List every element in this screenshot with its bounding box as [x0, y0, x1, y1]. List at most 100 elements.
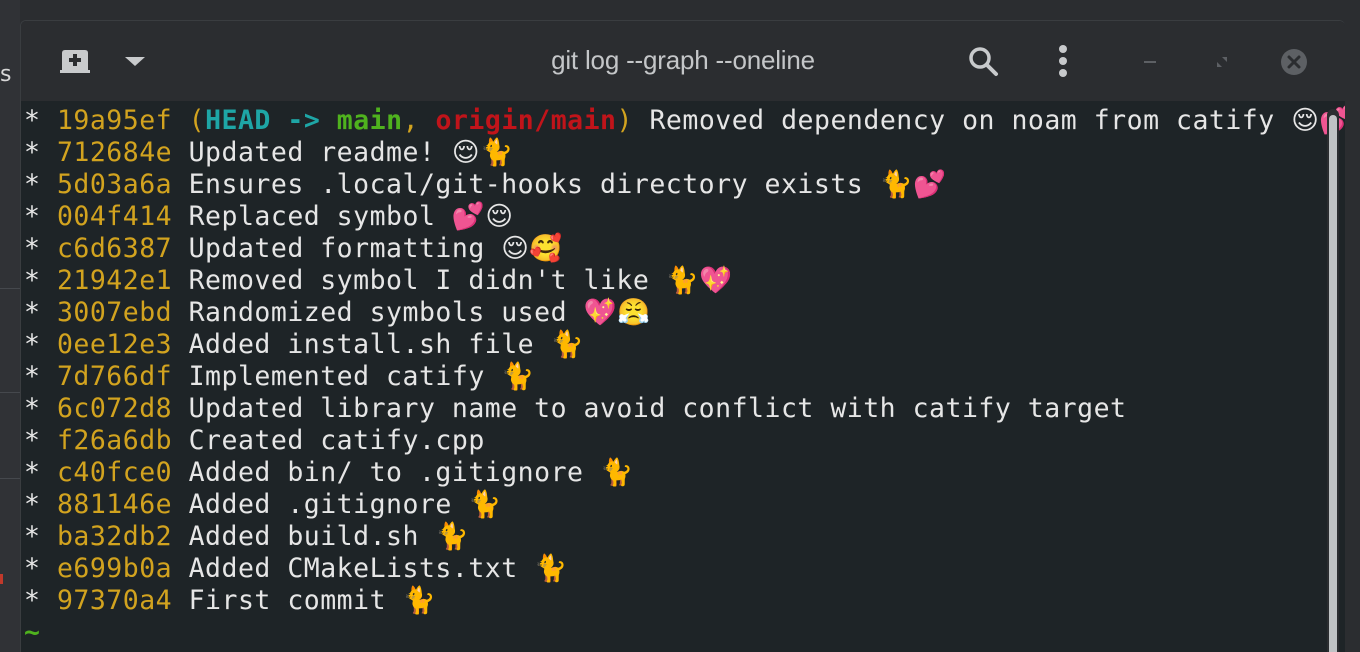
graph-marker: * [24, 585, 41, 616]
commit-message: Updated formatting [188, 233, 485, 264]
close-icon [1281, 49, 1307, 75]
background-app-sliver: s [0, 0, 20, 652]
commit-emoji: 🐈 [501, 361, 535, 392]
search-icon [969, 47, 998, 76]
maximize-button[interactable] [1207, 47, 1237, 77]
graph-marker: * [24, 553, 41, 584]
commit-line: * 712684e Updated readme! 😌🐈 [24, 137, 1327, 169]
commit-message: Added .gitignore [188, 489, 452, 520]
commit-message: Removed symbol I didn't like [188, 265, 650, 296]
scrollbar-thumb[interactable] [1329, 115, 1337, 652]
decoration-open: ( [188, 105, 206, 136]
commit-line: * 004f414 Replaced symbol 💕😌 [24, 201, 1327, 233]
head-arrow: -> [287, 105, 321, 136]
commit-hash: 881146e [56, 489, 173, 520]
pager-end-line: ~ [24, 617, 1327, 649]
commit-message: Updated library name to avoid conflict w… [188, 393, 1127, 424]
graph-marker: * [24, 105, 41, 136]
commit-hash: 712684e [56, 137, 173, 168]
graph-marker: * [24, 201, 41, 232]
commit-message: Added install.sh file [188, 329, 535, 360]
commit-hash: c40fce0 [56, 457, 173, 488]
graph-marker: * [24, 489, 41, 520]
background-divider [0, 478, 20, 479]
graph-marker: * [24, 521, 41, 552]
graph-marker: * [24, 329, 41, 360]
commit-message: Added bin/ to .gitignore [188, 457, 584, 488]
commit-hash: e699b0a [56, 553, 173, 584]
branch-ref: main [336, 105, 403, 136]
commit-emoji: 🐈 [468, 489, 502, 520]
terminal-window: git log --graph --oneline * 19a95ef (HEA… [20, 20, 1345, 652]
head-ref: HEAD [205, 105, 271, 136]
graph-marker: * [24, 169, 41, 200]
commit-line: * 6c072d8 Updated library name to avoid … [24, 393, 1327, 425]
minimize-button[interactable] [1135, 47, 1165, 77]
commit-message: Removed dependency on noam from catify [649, 105, 1275, 136]
graph-marker: * [24, 233, 41, 264]
commit-message: Replaced symbol [188, 201, 436, 232]
commit-hash: c6d6387 [56, 233, 173, 264]
commit-line: * 97370a4 First commit 🐈 [24, 585, 1327, 617]
commit-hash: 97370a4 [56, 585, 173, 616]
commit-message: Updated readme! [188, 137, 436, 168]
commit-message: Randomized symbols used [188, 297, 568, 328]
commit-message: Created catify.cpp [188, 425, 485, 456]
graph-marker: * [24, 297, 41, 328]
decoration-comma: , [402, 105, 420, 136]
terminal-output[interactable]: * 19a95ef (HEAD -> main, origin/main) Re… [21, 101, 1345, 652]
commit-emoji: 😌🐈 [451, 137, 514, 168]
remote-ref: origin/main [435, 105, 617, 136]
commit-emoji: 🐈 [599, 457, 634, 488]
commit-line: * 19a95ef (HEAD -> main, origin/main) Re… [24, 105, 1345, 137]
commit-message: First commit [188, 585, 387, 616]
commit-hash: 19a95ef [56, 105, 173, 136]
commit-message: Added CMakeLists.txt [188, 553, 518, 584]
commit-line: * e699b0a Added CMakeLists.txt 🐈 [24, 553, 1327, 585]
graph-marker: * [24, 457, 41, 488]
title-bar: git log --graph --oneline [21, 21, 1345, 101]
commit-hash: 004f414 [56, 201, 173, 232]
commit-emoji: 🐈 [550, 329, 585, 360]
commit-line: * 881146e Added .gitignore 🐈 [24, 489, 1327, 521]
commit-hash: 6c072d8 [56, 393, 173, 424]
menu-button[interactable] [1049, 41, 1077, 81]
background-divider [0, 288, 20, 289]
minimize-icon [1144, 61, 1156, 63]
commit-emoji: 🐈💕 [879, 169, 947, 200]
background-app-text: s [0, 62, 12, 87]
commit-emoji: 🐈 [435, 521, 469, 552]
commit-line: * 0ee12e3 Added install.sh file 🐈 [24, 329, 1327, 361]
commit-emoji: 💕😌 [451, 201, 514, 232]
commit-line: * ba32db2 Added build.sh 🐈 [24, 521, 1327, 553]
background-marker [0, 574, 3, 584]
commit-hash: f26a6db [56, 425, 173, 456]
graph-marker: * [24, 425, 41, 456]
commit-emoji: 💖😤 [583, 297, 651, 328]
commit-line: * c6d6387 Updated formatting 😌🥰 [24, 233, 1327, 265]
graph-marker: * [24, 361, 41, 392]
commit-line: * c40fce0 Added bin/ to .gitignore 🐈 [24, 457, 1327, 489]
commit-hash: 21942e1 [56, 265, 173, 296]
commit-emoji: 🐈 [534, 553, 568, 584]
commit-line: * f26a6db Created catify.cpp [24, 425, 1327, 457]
commit-line: * 21942e1 Removed symbol I didn't like 🐈… [24, 265, 1327, 297]
commit-hash: 7d766df [56, 361, 173, 392]
search-button[interactable] [965, 43, 1001, 79]
graph-marker: * [24, 265, 41, 296]
commit-hash: 5d03a6a [56, 169, 173, 200]
commit-emoji: 🐈 [402, 585, 437, 616]
pager-tilde: ~ [24, 617, 41, 648]
decoration-close: ) [616, 105, 633, 136]
background-divider [0, 392, 20, 393]
graph-marker: * [24, 137, 41, 168]
scrollbar[interactable] [1327, 109, 1339, 652]
commit-message: Ensures .local/git-hooks directory exist… [188, 169, 864, 200]
maximize-icon [1217, 57, 1227, 67]
kebab-menu-icon [1059, 45, 1067, 77]
commit-hash: 0ee12e3 [56, 329, 173, 360]
commit-line: * 3007ebd Randomized symbols used 💖😤 [24, 297, 1327, 329]
graph-marker: * [24, 393, 41, 424]
commit-line: * 5d03a6a Ensures .local/git-hooks direc… [24, 169, 1327, 201]
close-button[interactable] [1277, 45, 1311, 79]
